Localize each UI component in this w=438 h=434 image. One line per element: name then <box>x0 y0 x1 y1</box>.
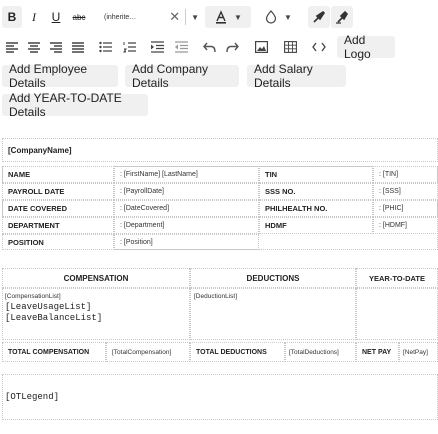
ot-legend: [OTLegend] <box>5 392 60 402</box>
chevron-down-icon: ▼ <box>284 12 292 22</box>
undo-icon <box>202 42 216 53</box>
highlight-color-icon <box>264 10 278 24</box>
info-value-tin: : [TIN] <box>373 166 438 183</box>
outdent-button[interactable] <box>171 36 191 58</box>
leave-usage-list: [LeaveUsageList] <box>5 302 92 312</box>
format-painter-icon <box>312 10 326 24</box>
add-logo-button[interactable]: Add Logo <box>337 33 395 61</box>
clear-format-button[interactable] <box>331 6 353 28</box>
ot-legend-box: [OTLegend] <box>2 374 438 420</box>
strikethrough-icon: abc <box>72 12 86 22</box>
bullet-list-button[interactable] <box>95 36 115 58</box>
info-label-date-covered: DATE COVERED <box>2 200 114 217</box>
add-company-details-label: Add Company Details <box>132 62 209 90</box>
numbered-list-button[interactable] <box>119 36 139 58</box>
total-compensation-value: [TotalCompensation] <box>106 342 190 362</box>
net-pay-value: [NetPay] <box>399 342 438 362</box>
italic-button[interactable]: I <box>24 6 44 28</box>
indent-button[interactable] <box>147 36 167 58</box>
chevron-down-icon[interactable]: ▼ <box>191 13 199 22</box>
indent-icon <box>150 41 164 53</box>
deductions-body: [DeductionList] <box>190 288 356 340</box>
clear-format-icon <box>335 10 349 24</box>
info-value-hdmf: : [HDMF] <box>373 217 438 234</box>
clear-icon[interactable]: ✕ <box>169 9 180 25</box>
underline-button[interactable]: U <box>46 6 66 28</box>
add-ytd-details-label: Add YEAR-TO-DATE Details <box>9 91 122 119</box>
company-name-row: [CompanyName] <box>2 138 438 162</box>
source-code-button[interactable] <box>308 36 330 58</box>
ytd-header: YEAR-TO-DATE <box>356 268 438 288</box>
total-compensation-label: TOTAL COMPENSATION <box>2 342 106 362</box>
deductions-header: DEDUCTIONS <box>190 268 356 288</box>
outdent-icon <box>174 41 188 53</box>
leave-balance-list: [LeaveBalanceList] <box>5 313 103 323</box>
info-value-payroll-date: : [PayrollDate] <box>114 183 259 200</box>
add-salary-details-label: Add Salary Details <box>254 62 313 90</box>
highlight-color-button[interactable]: ▼ <box>256 6 300 28</box>
numbered-list-icon <box>122 41 136 53</box>
align-right-button[interactable] <box>46 36 66 58</box>
image-icon <box>254 41 268 53</box>
font-color-icon <box>214 10 228 24</box>
info-value-name: : [FirstName] [LastName] <box>114 166 259 183</box>
deduction-list: [DeductionList] <box>194 293 237 300</box>
add-company-details-button[interactable]: Add Company Details <box>125 62 239 90</box>
chevron-down-icon: ▼ <box>234 12 242 22</box>
editor-toolbar: B I U abc (inherite… ✕ ▼ ▼ ▼ Add Logo Ad… <box>0 0 438 124</box>
info-label-hdmf: HDMF <box>259 217 373 234</box>
bold-button[interactable]: B <box>2 6 22 28</box>
font-family-select[interactable]: (inherite… ✕ ▼ <box>99 6 199 28</box>
compensation-header: COMPENSATION <box>2 268 190 288</box>
insert-image-button[interactable] <box>250 36 272 58</box>
net-pay-label: NET PAY <box>356 342 399 362</box>
info-value-philhealth: : [PHIC] <box>373 200 438 217</box>
compensation-body: [CompensationList] [LeaveUsageList] [Lea… <box>2 288 190 340</box>
justify-icon <box>72 41 84 53</box>
format-painter-button[interactable] <box>308 6 330 28</box>
insert-table-button[interactable] <box>279 36 301 58</box>
underline-icon: U <box>51 10 61 24</box>
undo-button[interactable] <box>199 36 219 58</box>
info-label-tin: TIN <box>259 166 373 183</box>
bullet-list-icon <box>98 41 112 53</box>
add-logo-label: Add Logo <box>344 33 371 61</box>
info-label-sss: SSS NO. <box>259 183 373 200</box>
compensation-list: [CompensationList] <box>5 293 61 300</box>
strikethrough-button[interactable]: abc <box>68 6 90 28</box>
font-family-value: (inherite… <box>104 13 137 21</box>
table-icon <box>283 41 297 53</box>
total-deductions-value: [TotalDeductions] <box>285 342 356 362</box>
info-value-date-covered: : [DateCovered] <box>114 200 259 217</box>
align-center-button[interactable] <box>24 36 44 58</box>
company-name: [CompanyName] <box>8 145 72 155</box>
info-value-sss: : [SSS] <box>373 183 438 200</box>
info-label-position: POSITION <box>2 234 114 250</box>
align-right-icon <box>50 41 62 53</box>
justify-button[interactable] <box>68 36 88 58</box>
add-employee-details-button[interactable]: Add Employee Details <box>2 62 118 90</box>
bold-icon: B <box>7 10 17 24</box>
info-label-payroll-date: PAYROLL DATE <box>2 183 114 200</box>
italic-icon: I <box>32 9 36 24</box>
add-employee-details-label: Add Employee Details <box>9 62 88 90</box>
add-ytd-details-button[interactable]: Add YEAR-TO-DATE Details <box>2 91 148 119</box>
code-icon <box>312 42 326 52</box>
info-value-department: : [Department] <box>114 217 259 234</box>
redo-button[interactable] <box>222 36 242 58</box>
align-left-button[interactable] <box>2 36 22 58</box>
info-value-position: : [Position] <box>114 234 259 250</box>
select-separator <box>185 9 187 25</box>
font-color-button[interactable]: ▼ <box>205 6 251 28</box>
align-left-icon <box>6 41 18 53</box>
add-salary-details-button[interactable]: Add Salary Details <box>247 62 346 90</box>
redo-icon <box>225 42 239 53</box>
align-center-icon <box>28 41 40 53</box>
info-label-department: DEPARTMENT <box>2 217 114 234</box>
ytd-body <box>356 288 438 340</box>
info-label-philhealth: PHILHEALTH NO. <box>259 200 373 217</box>
info-label-name: NAME <box>2 166 114 183</box>
total-deductions-label: TOTAL DEDUCTIONS <box>190 342 285 362</box>
